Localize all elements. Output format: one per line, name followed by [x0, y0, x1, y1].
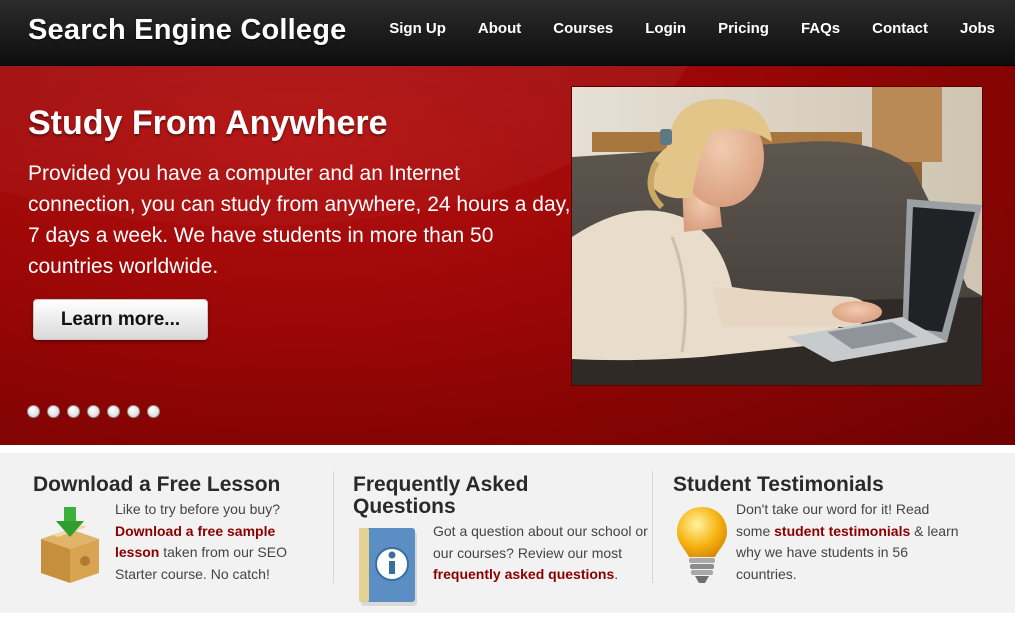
hero-slider: Study From Anywhere Provided you have a …: [0, 66, 1015, 445]
column-divider: [333, 471, 334, 583]
nav-pricing[interactable]: Pricing: [718, 20, 769, 37]
student-testimonials-link[interactable]: student testimonials: [774, 523, 910, 539]
slide-dot-2[interactable]: [47, 405, 60, 418]
student-with-laptop-image: [572, 87, 982, 385]
features-panel: Download a Free Lesson Like to try befor…: [0, 453, 1015, 613]
faq-title: Frequently Asked Questions: [353, 473, 529, 518]
package-download-icon[interactable]: [37, 505, 103, 585]
slide-dot-1[interactable]: [27, 405, 40, 418]
column-divider: [652, 471, 653, 583]
site-logo[interactable]: Search Engine College: [28, 14, 346, 47]
feature-faq: Frequently Asked Questions Got a questio…: [353, 453, 648, 613]
nav-login[interactable]: Login: [645, 20, 686, 37]
slide-pagination: [27, 405, 167, 418]
free-lesson-title: Download a Free Lesson: [33, 473, 281, 496]
slide-dot-7[interactable]: [147, 405, 160, 418]
site-header: Search Engine College Sign Up About Cour…: [0, 0, 1015, 66]
nav-contact[interactable]: Contact: [872, 20, 928, 37]
nav-jobs[interactable]: Jobs: [960, 20, 995, 37]
faq-link[interactable]: frequently asked questions: [433, 566, 614, 582]
slide-dot-6[interactable]: [127, 405, 140, 418]
nav-faqs[interactable]: FAQs: [801, 20, 840, 37]
slide-dot-3[interactable]: [67, 405, 80, 418]
free-lesson-text: Like to try before you buy? Download a f…: [115, 501, 287, 582]
hero-photo: [571, 86, 983, 386]
faq-text: Got a question about our school or our c…: [433, 523, 648, 582]
hero-text: Provided you have a computer and an Inte…: [28, 162, 571, 278]
hero-title: Study From Anywhere: [28, 104, 388, 142]
testimonials-text: Don't take our word for it! Read some st…: [736, 501, 959, 582]
lightbulb-icon[interactable]: [675, 505, 729, 587]
feature-free-lesson: Download a Free Lesson Like to try befor…: [33, 453, 323, 613]
info-book-icon[interactable]: [355, 526, 421, 608]
slide-dot-4[interactable]: [87, 405, 100, 418]
learn-more-button[interactable]: Learn more...: [33, 299, 208, 340]
nav-about[interactable]: About: [478, 20, 521, 37]
features-section: Download a Free Lesson Like to try befor…: [0, 445, 1015, 621]
testimonials-title: Student Testimonials: [673, 473, 884, 496]
feature-testimonials: Student Testimonials Don't take our word…: [673, 453, 973, 613]
nav-sign-up[interactable]: Sign Up: [389, 20, 446, 37]
slide-dot-5[interactable]: [107, 405, 120, 418]
main-nav: Sign Up About Courses Login Pricing FAQs…: [357, 20, 995, 37]
nav-courses[interactable]: Courses: [553, 20, 613, 37]
